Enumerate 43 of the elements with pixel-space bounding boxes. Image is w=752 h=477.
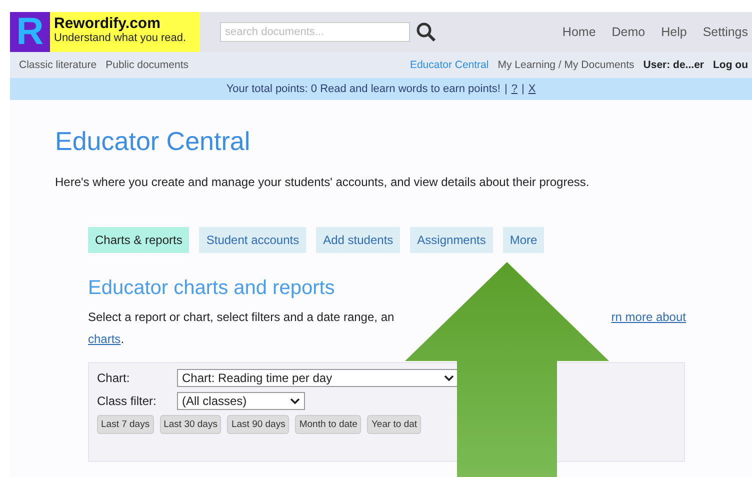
subnav-link[interactable]: My Learning / My Documents (498, 59, 634, 71)
nav-link[interactable]: Home (562, 25, 596, 39)
subnav-link[interactable]: Classic literature (19, 59, 97, 71)
site-name: Rewordify.com (54, 15, 162, 32)
class-filter-select[interactable]: (All classes) (177, 392, 305, 410)
class-filter-label: Class filter: (97, 394, 158, 408)
chevron-down-icon (290, 398, 300, 404)
tab[interactable]: Charts & reports (88, 227, 190, 253)
tab[interactable]: Assignments (410, 227, 493, 253)
tagline: Understand what you read. (54, 32, 186, 44)
page-title: Educator Central (55, 125, 252, 157)
chevron-down-icon (444, 375, 454, 381)
page-description: Here's where you create and manage your students' accounts, and view details about their progress. (55, 175, 590, 189)
logo-letter: R (10, 12, 50, 52)
separator: | (504, 83, 508, 95)
nav-link[interactable]: Help (661, 25, 687, 39)
date-range-button[interactable]: Last 90 days (227, 415, 290, 434)
nav-link[interactable]: Demo (612, 25, 646, 39)
site-logo[interactable]: R Rewordify.com Understand what you read. (10, 12, 200, 52)
period: . (120, 332, 124, 346)
nav-link[interactable]: Settings (702, 25, 748, 39)
section-title: Educator charts and reports (88, 277, 336, 300)
date-range-button[interactable]: Last 30 days (160, 415, 222, 434)
close-link[interactable]: X (528, 83, 536, 95)
search-icon[interactable] (416, 22, 436, 42)
date-range-button[interactable]: Month to date (295, 415, 362, 434)
logout-link[interactable]: Log ou (713, 59, 748, 71)
search-field[interactable]: search documents... (220, 22, 410, 42)
separator: | (521, 83, 524, 95)
date-range-button[interactable]: Year to dat (367, 415, 422, 434)
intro-text: Select a report or chart, select filters and a date range, an (88, 309, 394, 326)
points-message: Your total points: 0 Read and learn words to earn points! (226, 83, 500, 95)
tab[interactable]: More (502, 227, 544, 253)
chart-label: Chart: (97, 371, 131, 385)
tab[interactable]: Student accounts (199, 227, 306, 253)
charts-link[interactable]: charts (88, 332, 121, 346)
subnav-link[interactable]: Public documents (106, 59, 188, 71)
user-name: User: de...er (643, 59, 704, 71)
tab[interactable]: Add students (316, 227, 400, 253)
learn-more-link[interactable]: rn more about (611, 306, 686, 328)
date-range-button[interactable]: Last 7 days (97, 415, 154, 434)
chart-select[interactable]: Chart: Reading time per day (177, 369, 459, 387)
help-link[interactable]: ? (511, 83, 518, 95)
